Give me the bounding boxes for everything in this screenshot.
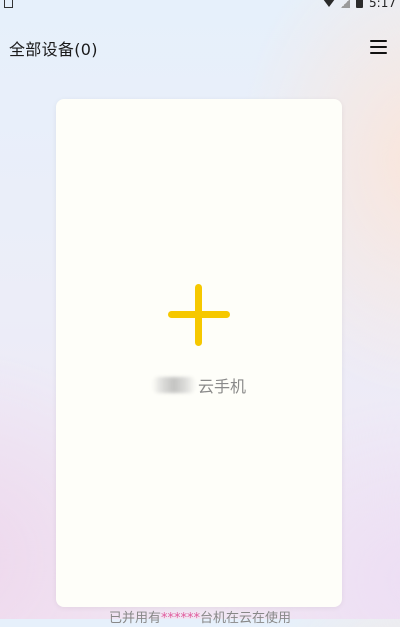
hamburger-menu-icon[interactable] bbox=[368, 37, 390, 57]
status-bar: 5:17 bbox=[0, 0, 400, 12]
header: 全部设备(0) bbox=[0, 32, 400, 62]
card-caption-text: 云手机 bbox=[197, 377, 246, 396]
notification-a-icon bbox=[4, 0, 13, 8]
menu-line bbox=[370, 46, 387, 48]
menu-line bbox=[370, 40, 387, 42]
battery-icon bbox=[356, 0, 364, 8]
wifi-icon bbox=[323, 0, 336, 7]
plus-icon bbox=[168, 284, 230, 346]
blurred-brand-name bbox=[151, 377, 196, 393]
status-time: 5:17 bbox=[369, 0, 396, 10]
card-caption: 云手机 bbox=[56, 373, 342, 397]
menu-line bbox=[370, 52, 387, 54]
plus-icon-vertical bbox=[195, 284, 202, 346]
add-cloud-phone-card[interactable]: 云手机 bbox=[56, 99, 342, 607]
status-right-group: 5:17 bbox=[323, 0, 396, 10]
page-title: 全部设备(0) bbox=[9, 40, 98, 59]
bottom-note: 已并用有******台机在云在使用 bbox=[0, 611, 400, 627]
no-signal-icon bbox=[341, 0, 351, 8]
